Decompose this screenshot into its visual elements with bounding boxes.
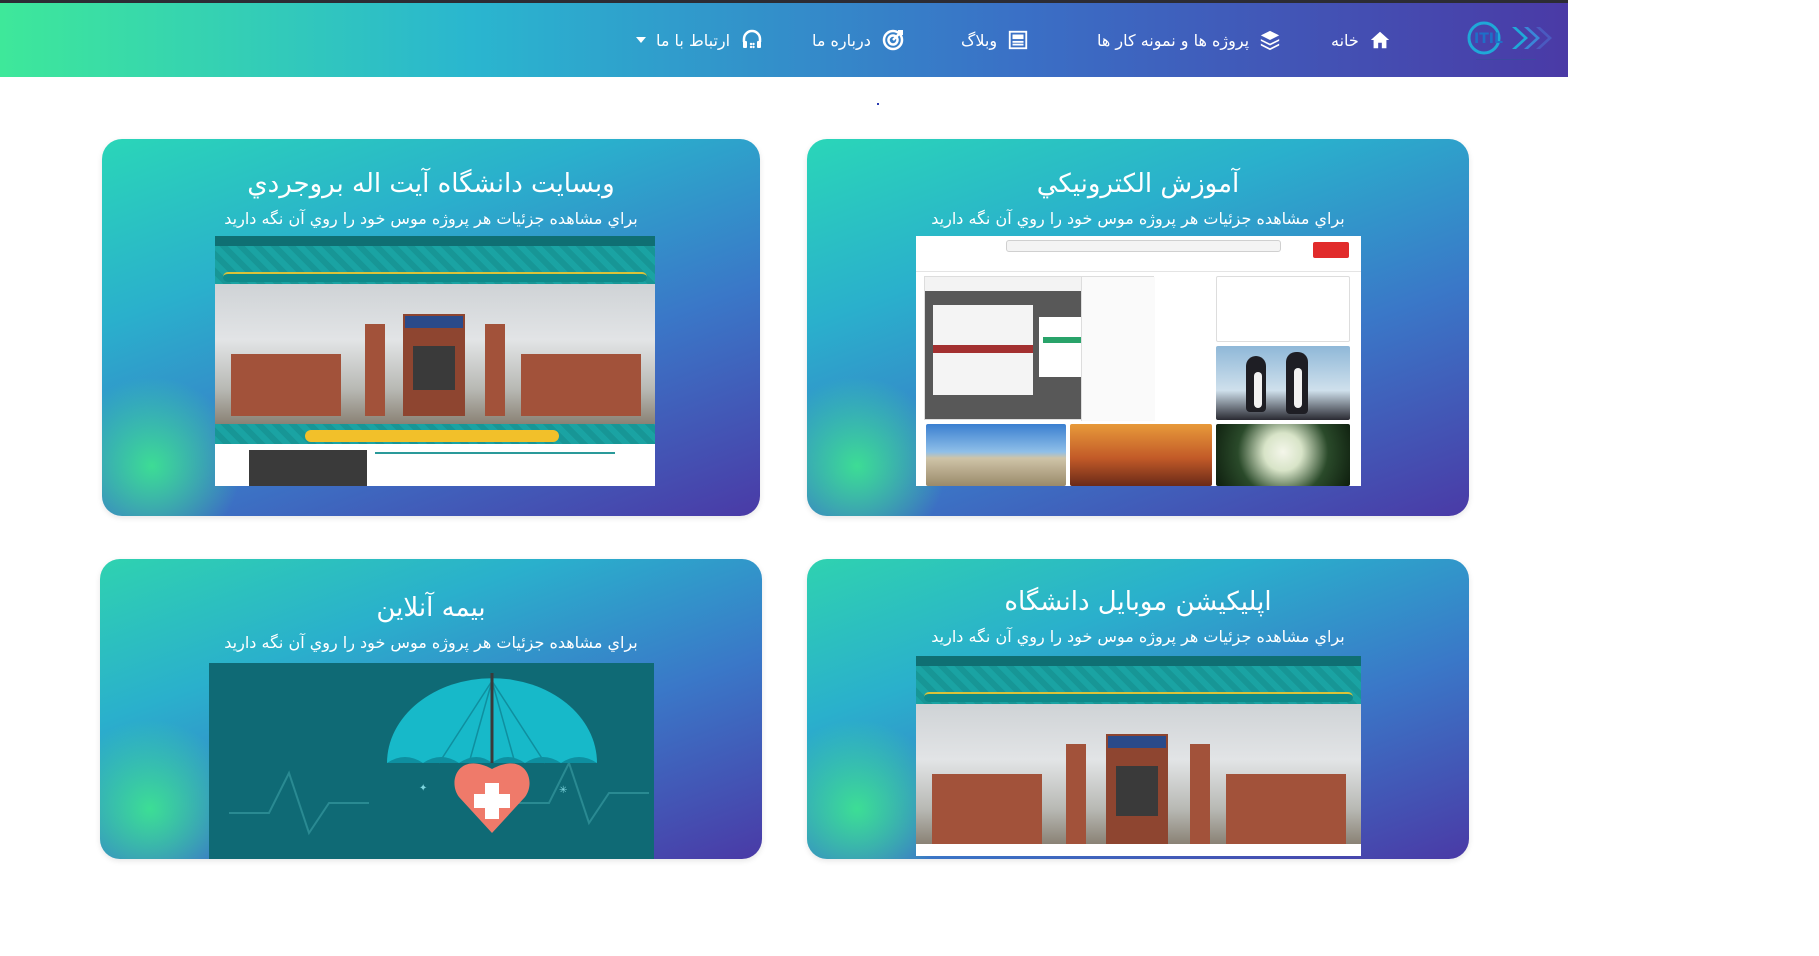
desert-tile — [1070, 424, 1212, 486]
chevron-down-icon — [636, 36, 646, 44]
nav-item-label: درباره ما — [812, 30, 871, 50]
flower-tile — [1216, 424, 1350, 486]
svg-text:ITIL: ITIL — [1474, 31, 1503, 47]
university-app-screenshot — [916, 656, 1361, 856]
elearning-sidebar — [1081, 277, 1155, 421]
project-card-insurance[interactable]: بيمه آنلاين براي مشاهده جزئيات هر پروژه … — [100, 559, 762, 859]
nav-item-blog[interactable]: وبلاگ — [961, 3, 1029, 77]
university-quicklinks — [305, 430, 559, 442]
home-icon — [1369, 29, 1391, 51]
decorative-dot — [877, 103, 879, 105]
elearning-form-bar — [933, 345, 1033, 353]
main-navbar: ITIL خانه پروژه ها و نمونه کار ها وبلاگ … — [0, 3, 1568, 77]
project-subtitle: براي مشاهده جزئيات هر پروژه موس خود را ر… — [224, 633, 638, 652]
university-topbar — [916, 656, 1361, 666]
nav-item-label: ارتباط با ما — [656, 30, 731, 50]
nav-item-label: خانه — [1331, 30, 1359, 50]
elearning-tile — [1216, 276, 1350, 342]
target-icon — [881, 28, 905, 52]
project-subtitle: براي مشاهده جزئيات هر پروژه موس خود را ر… — [931, 627, 1345, 646]
nav-item-label: وبلاگ — [961, 30, 998, 50]
project-subtitle: براي مشاهده جزئيات هر پروژه موس خود را ر… — [931, 209, 1345, 228]
nav-item-contact[interactable]: ارتباط با ما — [636, 3, 764, 77]
elearning-screenshot — [916, 236, 1361, 486]
university-gate-photo — [215, 284, 655, 424]
blog-icon — [1007, 29, 1029, 51]
project-title: آموزش الکترونيکي — [1036, 169, 1240, 199]
umbrella-heart-icon: ✦ ✳ — [229, 673, 649, 836]
project-subtitle: براي مشاهده جزئيات هر پروژه موس خود را ر… — [224, 209, 638, 228]
university-website-screenshot — [215, 236, 655, 486]
insurance-illustration: ✦ ✳ — [209, 663, 654, 859]
university-video-thumb — [249, 450, 367, 486]
headset-icon — [740, 28, 764, 52]
university-menu — [924, 692, 1353, 702]
project-title: وبسايت دانشگاه آيت اله بروجردي — [247, 169, 615, 199]
penguins-tile — [1216, 346, 1350, 420]
nav-item-projects[interactable]: پروژه ها و نمونه کار ها — [1097, 3, 1281, 77]
university-gate-photo — [916, 704, 1361, 844]
elearning-search — [1006, 240, 1281, 252]
project-card-mobile-app[interactable]: اپليکيشن موبايل دانشگاه براي مشاهده جزئي… — [807, 559, 1469, 859]
project-card-university-website[interactable]: وبسايت دانشگاه آيت اله بروجردي براي مشاه… — [102, 139, 760, 516]
nav-item-about[interactable]: درباره ما — [812, 3, 905, 77]
elearning-header — [916, 236, 1361, 272]
elearning-video-preview — [924, 276, 1155, 421]
project-card-elearning[interactable]: آموزش الکترونيکي براي مشاهده جزئيات هر پ… — [807, 139, 1469, 516]
university-menu — [223, 272, 647, 282]
university-news-rule — [375, 452, 615, 454]
elearning-logo — [1313, 242, 1349, 258]
layers-icon — [1259, 29, 1281, 51]
svg-text:✳: ✳ — [559, 785, 567, 796]
svg-text:✦: ✦ — [419, 783, 427, 794]
university-topbar — [215, 236, 655, 246]
logo-icon: ITIL — [1467, 21, 1552, 60]
palace-tile — [926, 424, 1066, 486]
site-logo[interactable]: ITIL — [1466, 17, 1554, 65]
nav-item-label: پروژه ها و نمونه کار ها — [1097, 30, 1250, 50]
project-title: اپليکيشن موبايل دانشگاه — [1004, 587, 1272, 617]
project-title: بيمه آنلاين — [376, 593, 486, 623]
nav-item-home[interactable]: خانه — [1331, 3, 1391, 77]
